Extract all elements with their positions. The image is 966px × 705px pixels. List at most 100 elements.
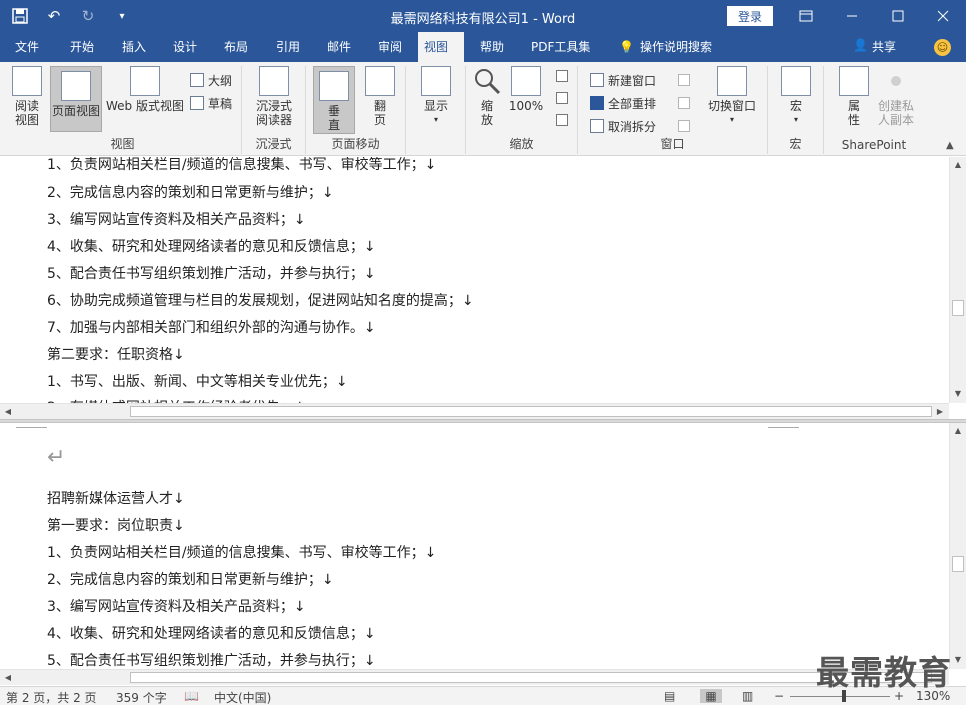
scroll-up-arrow-icon[interactable]: ▲: [950, 423, 966, 439]
vertical-scroll-icon: [319, 71, 349, 101]
tab-file[interactable]: 文件: [9, 32, 45, 62]
page-width-icon[interactable]: [556, 114, 568, 126]
doc-line: 1、负责网站相关栏目/频道的信息搜集、书写、审校等工作；↓: [47, 157, 437, 173]
new-window-icon: [590, 73, 604, 87]
top-vertical-scrollbar[interactable]: ▲ ▼: [949, 157, 966, 403]
scroll-left-arrow-icon[interactable]: ◀: [0, 404, 16, 419]
properties-button[interactable]: 属性: [836, 66, 872, 127]
zoom-out-icon[interactable]: −: [774, 689, 784, 703]
maximize-icon[interactable]: [875, 0, 921, 32]
one-page-icon[interactable]: [556, 70, 568, 82]
scroll-left-arrow-icon[interactable]: ◀: [0, 670, 16, 686]
bottom-horizontal-scrollbar[interactable]: ◀: [0, 669, 949, 685]
doc-line: 第二要求：任职资格↓: [47, 347, 185, 363]
tab-mailings[interactable]: 邮件: [321, 32, 357, 62]
create-private-copy-button[interactable]: 创建私人副本: [876, 66, 916, 127]
reset-window-position-icon: [678, 120, 690, 132]
tab-view[interactable]: 视图: [418, 32, 464, 62]
doc-line: 3、编写网站宣传资料及相关产品资料；↓: [47, 212, 306, 228]
close-icon[interactable]: [920, 0, 966, 32]
outline-button[interactable]: 大纲: [190, 70, 232, 90]
draft-icon: [190, 96, 204, 110]
web-layout-icon[interactable]: ▥: [742, 689, 753, 703]
show-group: 显示 ▾: [406, 66, 466, 154]
tab-insert[interactable]: 插入: [116, 32, 152, 62]
read-mode-button[interactable]: 阅读视图: [10, 66, 44, 127]
show-button[interactable]: 显示 ▾: [416, 66, 456, 127]
redo-icon[interactable]: ↻: [78, 6, 98, 26]
macros-button[interactable]: 宏 ▾: [780, 66, 812, 127]
read-mode-icon[interactable]: ▤: [664, 689, 675, 703]
tell-me-search[interactable]: 💡 操作说明搜索: [613, 32, 718, 62]
doc-line: 5、配合责任书写组织策划推广活动，并参与执行；↓: [47, 653, 376, 669]
bottom-vertical-scrollbar[interactable]: ▲ ▼: [949, 423, 966, 669]
return-mark-icon: ↵: [47, 445, 66, 470]
print-layout-button[interactable]: 页面视图: [50, 66, 102, 132]
multiple-pages-icon[interactable]: [556, 92, 568, 104]
doc-line: 5、配合责任书写组织策划推广活动，并参与执行；↓: [47, 266, 376, 282]
scroll-thumb[interactable]: [952, 556, 964, 572]
scroll-right-arrow-icon[interactable]: ▶: [932, 404, 948, 419]
web-layout-button[interactable]: Web 版式视图: [104, 66, 186, 113]
switch-windows-button[interactable]: 切换窗口 ▾: [704, 66, 760, 127]
scroll-thumb[interactable]: [130, 406, 932, 417]
immersive-reader-icon: [259, 66, 289, 96]
print-layout-icon[interactable]: ▦: [700, 689, 722, 703]
doc-line: 1、负责网站相关栏目/频道的信息搜集、书写、审校等工作；↓: [47, 545, 437, 561]
immersive-reader-button[interactable]: 沉浸式阅读器: [254, 66, 294, 127]
proofing-icon[interactable]: 📖: [184, 689, 199, 703]
customize-icon[interactable]: ▾: [112, 6, 132, 26]
scroll-down-arrow-icon[interactable]: ▼: [950, 652, 966, 668]
ribbon-display-icon[interactable]: [783, 0, 829, 32]
draft-button[interactable]: 草稿: [190, 93, 232, 113]
lightbulb-icon: 💡: [619, 40, 634, 54]
smiley-icon[interactable]: ☺: [934, 39, 951, 56]
vertical-button[interactable]: 垂直: [313, 66, 355, 134]
save-icon[interactable]: [10, 6, 30, 26]
side-to-side-button[interactable]: 翻页: [360, 66, 400, 127]
share-button[interactable]: 👤 共享: [853, 38, 896, 55]
tab-pdf-tools[interactable]: PDF工具集: [525, 32, 596, 62]
chevron-down-icon: ▾: [729, 115, 734, 124]
page-corner-right: [768, 427, 799, 428]
scroll-down-arrow-icon[interactable]: ▼: [950, 386, 966, 402]
login-button[interactable]: 登录: [727, 6, 773, 26]
tab-review[interactable]: 审阅: [372, 32, 408, 62]
zoom-100-button[interactable]: 100%: [508, 66, 544, 113]
collapse-ribbon-icon[interactable]: ▲: [946, 140, 954, 151]
page-icon: [61, 71, 91, 101]
chevron-down-icon: ▾: [433, 115, 438, 124]
macros-icon: [781, 66, 811, 96]
views-group: 阅读视图 页面视图 Web 版式视图 大纲 草稿 视图: [4, 66, 242, 154]
language-indicator[interactable]: 中文(中国): [214, 689, 271, 705]
word-count[interactable]: 359 个字: [116, 689, 167, 705]
doc-line: 1、书写、出版、新闻、中文等相关专业优先；↓: [47, 374, 348, 390]
sharepoint-group: 属性 创建私人副本 SharePoint: [824, 66, 924, 154]
page-count[interactable]: 第 2 页，共 2 页: [6, 689, 97, 705]
zoom-slider[interactable]: [790, 690, 890, 702]
zoom-group: 缩放 100% 缩放: [466, 66, 578, 154]
scroll-up-arrow-icon[interactable]: ▲: [950, 157, 966, 173]
minimize-icon[interactable]: [829, 0, 875, 32]
window-group: 新建窗口 全部重排 取消拆分 切换窗口 ▾ 窗口: [578, 66, 768, 154]
top-horizontal-scrollbar[interactable]: ◀ ▶: [0, 403, 949, 419]
tab-design[interactable]: 设计: [167, 32, 203, 62]
quick-access-toolbar: ↶ ↻ ▾: [10, 6, 132, 26]
web-layout-icon: [130, 66, 160, 96]
tab-help[interactable]: 帮助: [474, 32, 510, 62]
new-window-button[interactable]: 新建窗口: [590, 70, 656, 90]
scroll-thumb[interactable]: [952, 300, 964, 316]
show-icon: [421, 66, 451, 96]
watermark: 最需教育: [816, 653, 952, 692]
scroll-thumb[interactable]: [130, 672, 932, 683]
undo-icon[interactable]: ↶: [44, 6, 64, 26]
doc-line: 4、收集、研究和处理网络读者的意见和反馈信息；↓: [47, 626, 376, 642]
zoom-button[interactable]: 缩放: [472, 66, 502, 127]
top-document-pane[interactable]: 1、负责网站相关栏目/频道的信息搜集、书写、审校等工作；↓ 2、完成信息内容的策…: [0, 157, 966, 419]
remove-split-button[interactable]: 取消拆分: [590, 116, 656, 136]
tab-layout[interactable]: 布局: [218, 32, 254, 62]
arrange-all-button[interactable]: 全部重排: [590, 93, 656, 113]
tab-references[interactable]: 引用: [270, 32, 306, 62]
tab-home[interactable]: 开始: [64, 32, 100, 62]
page-corner-left: [16, 427, 47, 428]
